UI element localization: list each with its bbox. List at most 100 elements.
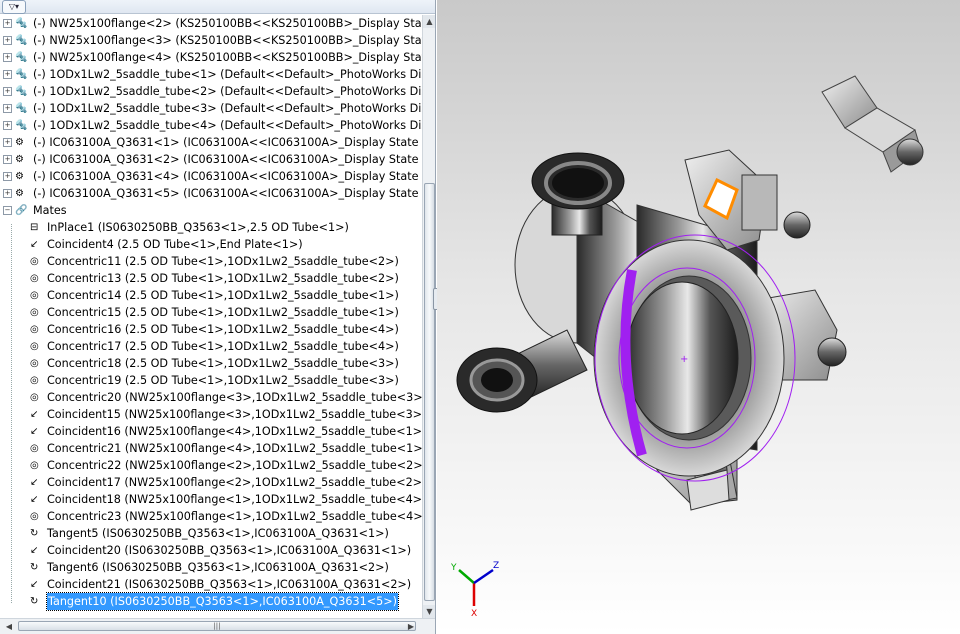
inplace-mate-icon: ⊟ — [30, 222, 39, 233]
tangent-mate-icon: ↻ — [30, 596, 39, 607]
tree-item-label: (-) IC063100A_Q3631<1> (IC063100A<<IC063… — [33, 136, 422, 149]
mate-row[interactable]: ↙ Coincident21 (IS0630250BB_Q3563<1>,IC06… — [0, 576, 422, 593]
expand-icon[interactable]: + — [3, 70, 12, 79]
feature-tree: + 🔩 (-) NW25x100flange<2> (KS250100BB<<KS2… — [0, 15, 422, 611]
mates-folder-icon: 🔗 — [15, 205, 28, 216]
expand-icon[interactable]: + — [3, 189, 12, 198]
scroll-down-arrow-icon[interactable]: ▼ — [423, 605, 435, 618]
mate-row[interactable]: ◎ Concentric17 (2.5 OD Tube<1>,1ODx1Lw2_5… — [0, 338, 422, 355]
mates-folder[interactable]: − 🔗 Mates — [0, 202, 422, 219]
expand-icon[interactable]: + — [3, 104, 12, 113]
part-icon: ⚙ — [15, 188, 24, 199]
expand-icon[interactable]: + — [3, 155, 12, 164]
concentric-mate-icon: ◎ — [30, 511, 39, 522]
tree-component-row[interactable]: + 🔩 (-) 1ODx1Lw2_5saddle_tube<3> (Default<… — [0, 100, 422, 117]
tree-item-label: Concentric17 (2.5 OD Tube<1>,1ODx1Lw2_5s… — [47, 340, 399, 353]
mate-row[interactable]: ↙ Coincident15 (NW25x100flange<3>,1ODx1Lw… — [0, 406, 422, 423]
mate-row[interactable]: ◎ Concentric13 (2.5 OD Tube<1>,1ODx1Lw2_5… — [0, 270, 422, 287]
mate-row[interactable]: ↙ Coincident16 (NW25x100flange<4>,1ODx1Lw… — [0, 423, 422, 440]
mate-row[interactable]: ◎ Concentric21 (NW25x100flange<4>,1ODx1Lw… — [0, 440, 422, 457]
coincident-mate-icon: ↙ — [30, 409, 39, 420]
mate-row[interactable]: ↻ Tangent5 (IS0630250BB_Q3563<1>,IC063100… — [0, 525, 422, 542]
mate-row[interactable]: ◎ Concentric14 (2.5 OD Tube<1>,1ODx1Lw2_5… — [0, 287, 422, 304]
coincident-mate-icon: ↙ — [30, 494, 39, 505]
end-plate-ring[interactable]: + — [593, 234, 796, 482]
mate-row[interactable]: ◎ Concentric19 (2.5 OD Tube<1>,1ODx1Lw2_5… — [0, 372, 422, 389]
mate-row[interactable]: ↙ Coincident4 (2.5 OD Tube<1>,End Plate<1… — [0, 236, 422, 253]
mate-row[interactable]: ↙ Coincident17 (NW25x100flange<2>,1ODx1Lw… — [0, 474, 422, 491]
tree-item-label: (-) NW25x100flange<2> (KS250100BB<<KS250… — [33, 17, 422, 30]
horizontal-scroll-thumb[interactable]: ||| — [18, 621, 416, 631]
mate-row[interactable]: ◎ Concentric18 (2.5 OD Tube<1>,1ODx1Lw2_5… — [0, 355, 422, 372]
tree-item-label: Concentric22 (NW25x100flange<2>,1ODx1Lw2… — [47, 459, 422, 472]
mate-row[interactable]: ↻ Tangent6 (IS0630250BB_Q3563<1>,IC063100… — [0, 559, 422, 576]
coincident-mate-icon: ↙ — [30, 426, 39, 437]
tree-item-label: (-) IC063100A_Q3631<4> (IC063100A<<IC063… — [33, 170, 422, 183]
tree-component-row[interactable]: + ⚙ (-) IC063100A_Q3631<1> (IC063100A<<IC0… — [0, 134, 422, 151]
tangent-mate-icon: ↻ — [30, 528, 39, 539]
triad-x-label: X — [471, 609, 477, 618]
tree-component-row[interactable]: + 🔩 (-) 1ODx1Lw2_5saddle_tube<4> (Default<… — [0, 117, 422, 134]
tree-component-row[interactable]: + ⚙ (-) IC063100A_Q3631<2> (IC063100A<<IC0… — [0, 151, 422, 168]
tree-component-row[interactable]: + 🔩 (-) NW25x100flange<4> (KS250100BB<<KS2… — [0, 49, 422, 66]
component-icon: 🔩 — [15, 120, 28, 131]
tree-item-label: Mates — [33, 204, 67, 217]
tree-item-label: Coincident21 (IS0630250BB_Q3563<1>,IC063… — [47, 578, 412, 591]
vertical-scroll-thumb[interactable] — [424, 183, 435, 601]
coincident-mate-icon: ↙ — [30, 477, 39, 488]
component-icon: 🔩 — [15, 35, 28, 46]
mate-row[interactable]: ◎ Concentric11 (2.5 OD Tube<1>,1ODx1Lw2_5… — [0, 253, 422, 270]
tree-component-row[interactable]: + ⚙ (-) IC063100A_Q3631<5> (IC063100A<<IC0… — [0, 185, 422, 202]
part-icon: ⚙ — [15, 137, 24, 148]
expand-icon[interactable]: + — [3, 53, 12, 62]
horizontal-scrollbar[interactable]: ◀ ||| ▶ — [0, 618, 435, 634]
concentric-mate-icon: ◎ — [30, 273, 39, 284]
concentric-mate-icon: ◎ — [30, 307, 39, 318]
component-icon: 🔩 — [15, 69, 28, 80]
detached-clamp-part[interactable] — [821, 75, 924, 173]
tree-item-label: Concentric21 (NW25x100flange<4>,1ODx1Lw2… — [47, 442, 422, 455]
collapse-icon[interactable]: − — [3, 206, 12, 215]
mate-row[interactable]: ↻ Tangent10 (IS0630250BB_Q3563<1>,IC06310… — [0, 592, 422, 611]
mate-row[interactable]: ◎ Concentric23 (NW25x100flange<1>,1ODx1Lw… — [0, 508, 422, 525]
mate-row[interactable]: ↙ Coincident20 (IS0630250BB_Q3563<1>,IC06… — [0, 542, 422, 559]
expand-icon[interactable]: + — [3, 138, 12, 147]
mate-row[interactable]: ⊟ InPlace1 (IS0630250BB_Q3563<1>,2.5 OD T… — [0, 219, 422, 236]
concentric-mate-icon: ◎ — [30, 358, 39, 369]
tree-component-row[interactable]: + ⚙ (-) IC063100A_Q3631<4> (IC063100A<<IC0… — [0, 168, 422, 185]
part-icon: ⚙ — [15, 154, 24, 165]
mate-row[interactable]: ◎ Concentric15 (2.5 OD Tube<1>,1ODx1Lw2_5… — [0, 304, 422, 321]
svg-text:+: + — [680, 354, 688, 365]
filter-dropdown-button[interactable]: ▽▾ — [2, 0, 26, 14]
tree-item-label: (-) 1ODx1Lw2_5saddle_tube<3> (Default<<D… — [33, 102, 422, 115]
tree-item-label: (-) 1ODx1Lw2_5saddle_tube<2> (Default<<D… — [33, 85, 422, 98]
tree-component-row[interactable]: + 🔩 (-) NW25x100flange<2> (KS250100BB<<KS2… — [0, 15, 422, 32]
expand-icon[interactable]: + — [3, 36, 12, 45]
mate-row[interactable]: ◎ Concentric20 (NW25x100flange<3>,1ODx1Lw… — [0, 389, 422, 406]
concentric-mate-icon: ◎ — [30, 324, 39, 335]
graphics-viewport[interactable]: + X Y Z — [437, 0, 960, 634]
vertical-scrollbar[interactable]: ▲ ▼ — [422, 15, 435, 618]
scroll-right-arrow-icon[interactable]: ▶ — [404, 620, 418, 633]
scroll-left-arrow-icon[interactable]: ◀ — [2, 620, 16, 633]
expand-icon[interactable]: + — [3, 19, 12, 28]
tree-item-label: Concentric23 (NW25x100flange<1>,1ODx1Lw2… — [47, 510, 422, 523]
expand-icon[interactable]: + — [3, 172, 12, 181]
tree-item-label: Concentric20 (NW25x100flange<3>,1ODx1Lw2… — [47, 391, 422, 404]
feature-manager-tree-panel: ▽▾ + 🔩 (-) NW25x100flange<2> (KS250100BB<<… — [0, 0, 436, 634]
tree-item-label: Concentric18 (2.5 OD Tube<1>,1ODx1Lw2_5s… — [47, 357, 399, 370]
mate-row[interactable]: ↙ Coincident18 (NW25x100flange<1>,1ODx1Lw… — [0, 491, 422, 508]
side-flange-port[interactable] — [456, 329, 588, 413]
tree-component-row[interactable]: + 🔩 (-) 1ODx1Lw2_5saddle_tube<1> (Default<… — [0, 66, 422, 83]
expand-icon[interactable]: + — [3, 87, 12, 96]
tree-item-label: (-) 1ODx1Lw2_5saddle_tube<4> (Default<<D… — [33, 119, 422, 132]
tree-component-row[interactable]: + 🔩 (-) NW25x100flange<3> (KS250100BB<<KS2… — [0, 32, 422, 49]
assembly-model[interactable]: + — [437, 0, 960, 634]
scroll-up-arrow-icon[interactable]: ▲ — [423, 15, 435, 28]
expand-icon[interactable]: + — [3, 121, 12, 130]
tree-component-row[interactable]: + 🔩 (-) 1ODx1Lw2_5saddle_tube<2> (Default<… — [0, 83, 422, 100]
reference-triad: X Y Z — [450, 561, 499, 618]
mate-row[interactable]: ◎ Concentric16 (2.5 OD Tube<1>,1ODx1Lw2_5… — [0, 321, 422, 338]
mate-row[interactable]: ◎ Concentric22 (NW25x100flange<2>,1ODx1Lw… — [0, 457, 422, 474]
coincident-mate-icon: ↙ — [30, 579, 39, 590]
